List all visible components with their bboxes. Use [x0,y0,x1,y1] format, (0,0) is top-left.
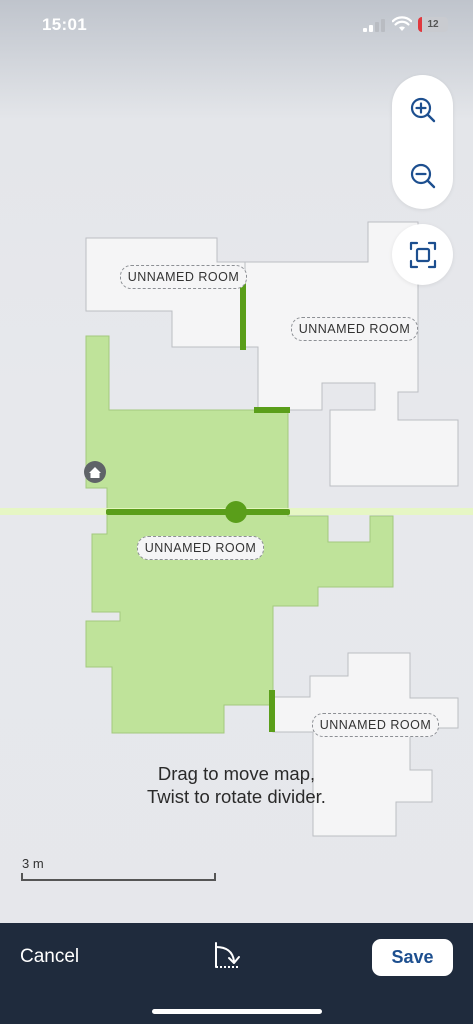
scale-label: 3 m [22,856,44,871]
scale-bar [21,873,216,881]
save-button[interactable]: Save [372,939,453,976]
room-label[interactable]: UNNAMED ROOM [291,317,418,341]
status-bar: 15:01 12 [0,0,473,50]
zoom-in-icon [410,97,435,122]
status-time: 15:01 [42,15,87,34]
battery-icon: 12 [418,17,448,32]
active-divider[interactable] [106,509,290,515]
room-divider[interactable] [240,278,246,350]
fit-to-screen-icon [409,241,436,268]
instruction-hint: Drag to move map, Twist to rotate divide… [0,762,473,808]
hint-line-2: Twist to rotate divider. [147,786,326,807]
fit-to-screen-button[interactable] [392,224,453,285]
room-4-area[interactable] [272,652,459,837]
battery-percentage: 12 [427,19,439,30]
room-divider[interactable] [269,690,275,732]
room-divider[interactable] [254,407,290,413]
rotate-divider-button[interactable] [210,939,246,975]
room-label[interactable]: UNNAMED ROOM [137,536,264,560]
room-1-area[interactable] [85,237,246,348]
zoom-out-button[interactable] [392,145,453,206]
cancel-button[interactable]: Cancel [20,946,79,968]
bottom-action-bar: Cancel Save [0,923,473,1024]
room-label[interactable]: UNNAMED ROOM [312,713,439,737]
home-icon [84,461,106,483]
divider-handle[interactable] [225,501,247,523]
hint-line-1: Drag to move map, [157,763,316,784]
cellular-signal-icon [363,19,385,32]
room-3-area[interactable] [85,335,394,734]
room-label[interactable]: UNNAMED ROOM [120,265,247,289]
rotate-divider-icon [215,942,240,968]
zoom-out-icon [410,163,435,188]
zoom-in-button[interactable] [392,79,453,140]
wifi-icon [392,16,412,31]
home-indicator[interactable] [152,1009,322,1014]
zoom-controls [392,75,453,209]
